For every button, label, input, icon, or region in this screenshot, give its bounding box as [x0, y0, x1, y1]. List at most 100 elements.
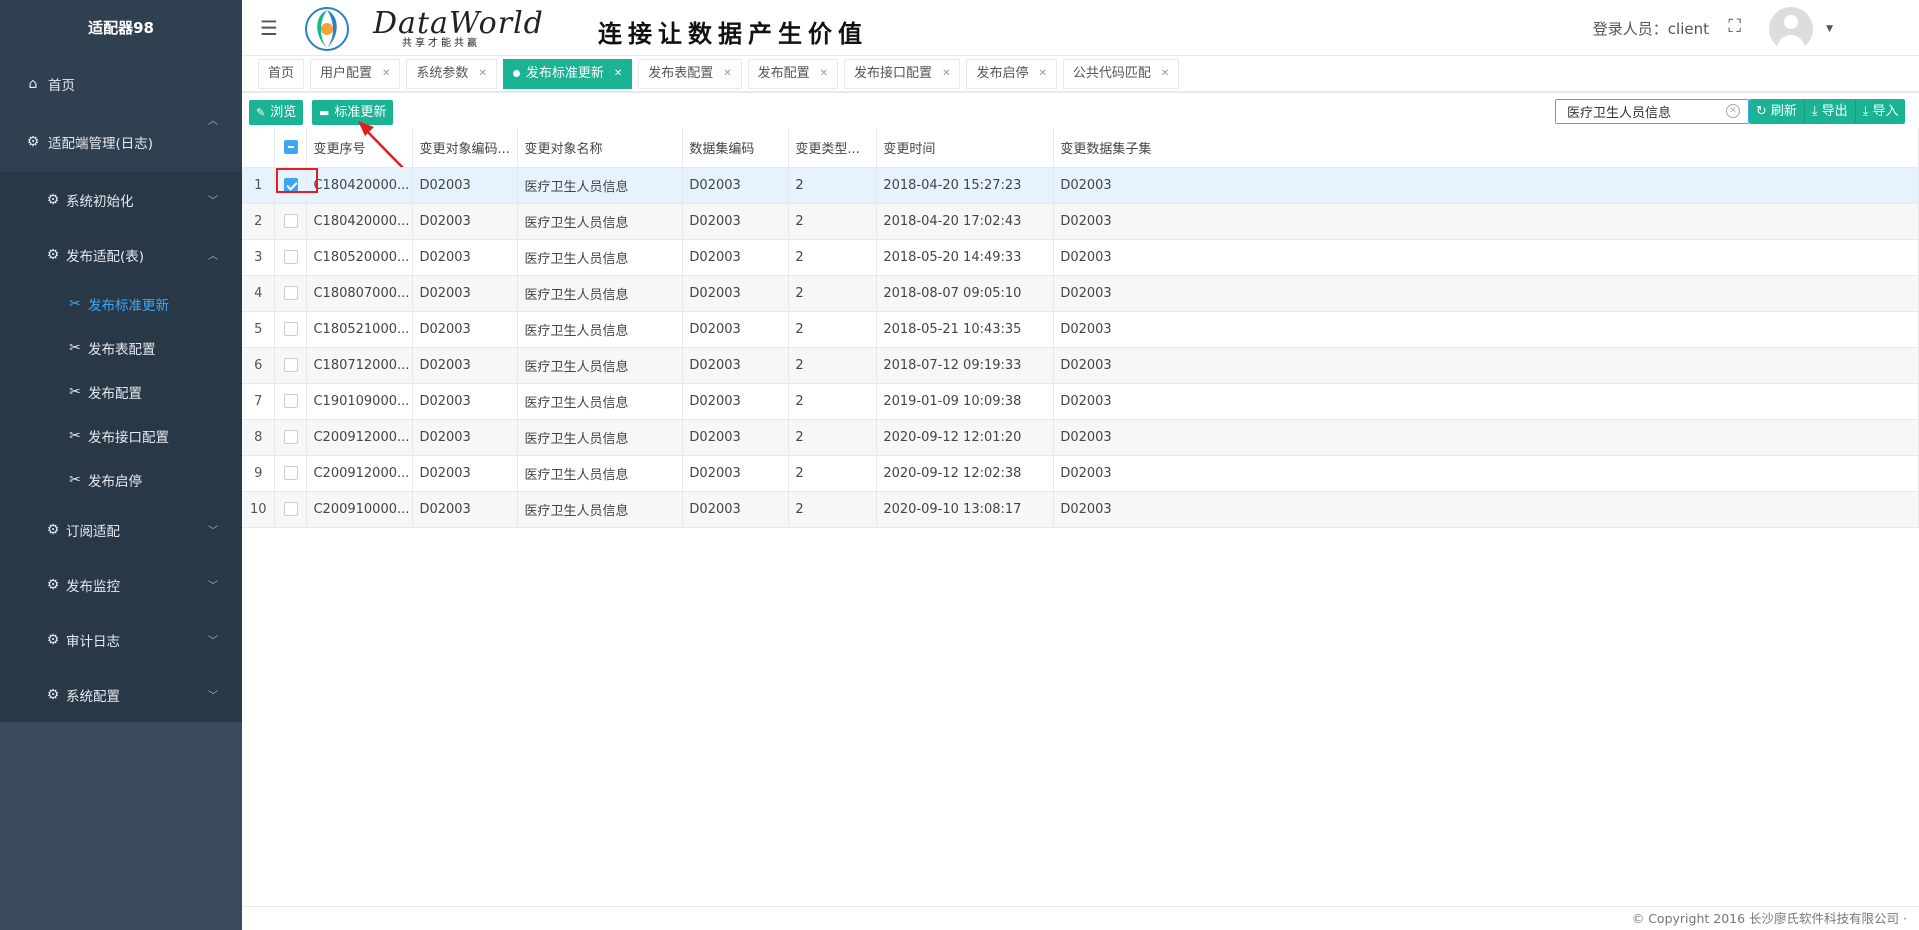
sidebar-submenu: ⚙ 系统初始化 ﹀ ⚙ 发布适配(表) ︿ ✂ 发布标准更新 ✂ 发布表配置 ✂…: [0, 172, 242, 722]
row-number-header: [242, 128, 276, 168]
tab-label: 发布接口配置: [854, 65, 933, 81]
table-row[interactable]: 4 C180807000... D02003 医疗卫生人员信息 D02003 2 2018-…: [242, 275, 1919, 312]
row-checkbox[interactable]: [283, 358, 298, 372]
row-number: 5: [242, 311, 276, 348]
table-row[interactable]: 2 C180420000... D02003 医疗卫生人员信息 D02003 2 2018-…: [242, 203, 1919, 240]
table-cell: 2018-07-12 09:19:33: [876, 347, 1055, 384]
caret-down-icon[interactable]: ▼: [1826, 24, 1833, 34]
row-checkbox[interactable]: [283, 178, 298, 192]
button-label: 刷新: [1770, 104, 1797, 119]
column-header[interactable]: 变更序号: [306, 128, 414, 168]
table-cell: D02003: [1053, 491, 1919, 528]
row-checkbox[interactable]: [283, 322, 298, 336]
sidebar-brand: 适配器98: [88, 19, 154, 37]
row-checkbox[interactable]: [283, 286, 298, 300]
close-icon[interactable]: ✕: [723, 60, 731, 88]
clear-icon[interactable]: ✕: [1726, 104, 1740, 118]
sidebar-item-sys-config[interactable]: ⚙ 系统配置 ﹀: [0, 667, 242, 722]
sidebar-leaf-std-update[interactable]: ✂ 发布标准更新: [0, 282, 242, 326]
menu-toggle-icon[interactable]: ☰: [260, 16, 278, 40]
row-checkbox[interactable]: [283, 502, 298, 516]
row-checkbox[interactable]: [283, 250, 298, 264]
sidebar-item-audit-log[interactable]: ⚙ 审计日志 ﹀: [0, 612, 242, 667]
table-cell: 2018-04-20 17:02:43: [876, 203, 1055, 240]
export-button[interactable]: ⤓ 导出: [1803, 99, 1855, 124]
close-icon[interactable]: ✕: [942, 60, 950, 88]
sidebar-item-label: 订阅适配: [66, 523, 120, 540]
tab-user-config[interactable]: 用户配置 ✕: [310, 58, 401, 89]
sidebar-leaf-start-stop[interactable]: ✂ 发布启停: [0, 458, 242, 502]
table-row[interactable]: 6 C180712000... D02003 医疗卫生人员信息 D02003 2 2018-…: [242, 347, 1919, 384]
table-cell: 2: [788, 455, 878, 492]
avatar[interactable]: [1769, 7, 1813, 51]
sidebar-leaf-table-config[interactable]: ✂ 发布表配置: [0, 326, 242, 370]
sidebar-item-monitor[interactable]: ⚙ 发布监控 ﹀: [0, 557, 242, 612]
close-icon[interactable]: ✕: [1038, 60, 1046, 88]
tab-std-update[interactable]: 发布标准更新 ✕: [502, 58, 633, 89]
row-number: 6: [242, 347, 276, 384]
row-checkbox[interactable]: [283, 466, 298, 480]
row-number: 9: [242, 455, 276, 492]
column-header[interactable]: 变更对象编码...: [412, 128, 519, 168]
sidebar-leaf-publish-config[interactable]: ✂ 发布配置: [0, 370, 242, 414]
table-row[interactable]: 5 C180521000... D02003 医疗卫生人员信息 D02003 2 2018-…: [242, 311, 1919, 348]
row-checkbox[interactable]: [283, 430, 298, 444]
sidebar-leaf-interface-config[interactable]: ✂ 发布接口配置: [0, 414, 242, 458]
row-number: 2: [242, 203, 276, 240]
browse-button[interactable]: ✎ 浏览: [249, 100, 304, 125]
import-button[interactable]: ⤓ 导入: [1854, 99, 1906, 124]
table-cell: D02003: [682, 419, 790, 456]
close-icon[interactable]: ✕: [1161, 60, 1169, 88]
refresh-button[interactable]: ↻ 刷新: [1749, 99, 1804, 124]
sidebar-item-adapter-manage[interactable]: ⚙ 适配端管理(日志) ︿: [0, 112, 242, 172]
table-cell: D02003: [412, 167, 519, 204]
table-cell: 2020-09-12 12:01:20: [876, 419, 1055, 456]
table-row[interactable]: 3 C180520000... D02003 医疗卫生人员信息 D02003 2 2018-…: [242, 239, 1919, 276]
column-header[interactable]: 变更数据集子集: [1053, 128, 1919, 168]
select-all-checkbox[interactable]: [283, 140, 298, 155]
sidebar-item-publish-adapter[interactable]: ⚙ 发布适配(表) ︿: [0, 227, 242, 282]
fullscreen-icon[interactable]: ⛶: [1728, 16, 1741, 37]
tab-code-match[interactable]: 公共代码匹配 ✕: [1062, 58, 1180, 89]
sidebar-item-label: 首页: [48, 78, 75, 94]
close-icon[interactable]: ✕: [478, 60, 486, 88]
sidebar-leaf-label: 发布配置: [88, 386, 142, 402]
table-cell: D02003: [412, 311, 519, 348]
table-cell: C190109000...: [306, 383, 414, 420]
table-cell: D02003: [682, 455, 790, 492]
table-row[interactable]: 1 C180420000... D02003 医疗卫生人员信息 D02003 2 2018-…: [242, 167, 1919, 204]
tab-home[interactable]: 首页: [258, 58, 305, 89]
sidebar-item-label: 审计日志: [66, 633, 120, 650]
table-row[interactable]: 8 C200912000... D02003 医疗卫生人员信息 D02003 2 2020-…: [242, 419, 1919, 456]
close-icon[interactable]: ✕: [614, 60, 622, 88]
page-tabs: 首页 用户配置 ✕ 系统参数 ✕ 发布标准更新 ✕ 发布表配置 ✕ 发布配置 ✕ 发布接口…: [242, 56, 1919, 93]
tab-start-stop[interactable]: 发布启停 ✕: [966, 58, 1057, 89]
sidebar-leaf-label: 发布接口配置: [88, 430, 169, 446]
table-row[interactable]: 10 C200910000... D02003 医疗卫生人员信息 D02003 2 2020…: [242, 491, 1919, 528]
wrench-icon: ✂: [69, 472, 81, 488]
table-cell: 医疗卫生人员信息: [517, 383, 684, 420]
close-icon[interactable]: ✕: [382, 60, 390, 88]
column-header[interactable]: 变更时间: [876, 128, 1055, 168]
row-checkbox[interactable]: [283, 214, 298, 228]
chevron-down-icon: ﹀: [208, 581, 218, 592]
sidebar-item-home[interactable]: ⌂ 首页: [0, 56, 242, 112]
std-update-button[interactable]: ▬ 标准更新: [312, 100, 394, 125]
sidebar-item-subscribe[interactable]: ⚙ 订阅适配 ﹀: [0, 502, 242, 557]
close-icon[interactable]: ✕: [820, 60, 828, 88]
column-header[interactable]: 数据集编码: [682, 128, 790, 168]
tab-table-config[interactable]: 发布表配置 ✕: [638, 58, 742, 89]
table-row[interactable]: 9 C200912000... D02003 医疗卫生人员信息 D02003 2 2020-…: [242, 455, 1919, 492]
sidebar-item-sys-init[interactable]: ⚙ 系统初始化 ﹀: [0, 172, 242, 227]
gear-icon: ⚙: [46, 246, 60, 263]
table-cell: 医疗卫生人员信息: [517, 239, 684, 276]
row-checkbox[interactable]: [283, 394, 298, 408]
login-user-label: 登录人员：client: [1592, 20, 1709, 38]
column-header[interactable]: 变更类型...: [788, 128, 878, 168]
tab-publish-config[interactable]: 发布配置 ✕: [747, 58, 839, 89]
table-row[interactable]: 7 C190109000... D02003 医疗卫生人员信息 D02003 2 2019-…: [242, 383, 1919, 420]
tab-interface-config[interactable]: 发布接口配置 ✕: [844, 58, 961, 89]
column-header[interactable]: 变更对象名称: [517, 128, 684, 168]
search-input[interactable]: [1556, 100, 1716, 123]
tab-sys-params[interactable]: 系统参数 ✕: [406, 58, 497, 89]
